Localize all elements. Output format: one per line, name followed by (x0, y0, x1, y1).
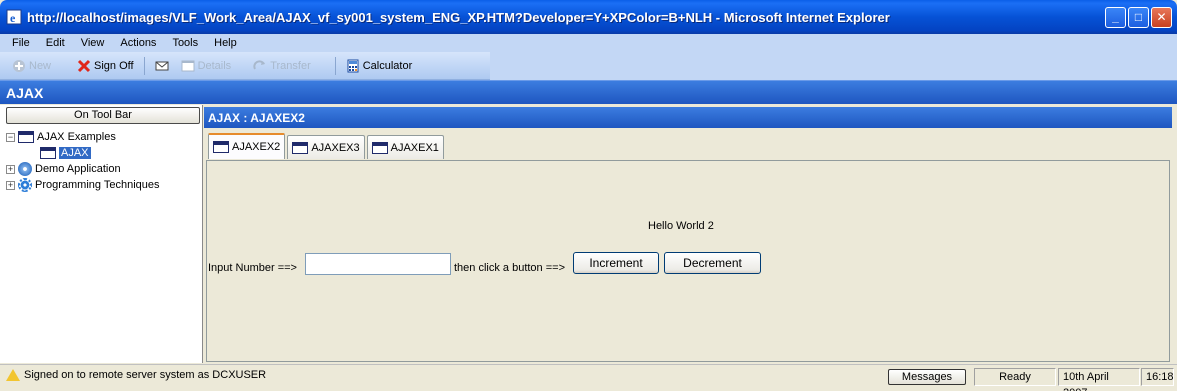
then-click-label: then click a button ==> (454, 262, 565, 274)
new-icon (13, 59, 25, 72)
tab-strip: AJAXEX2 AJAXEX3 AJAXEX1 (208, 133, 444, 159)
input-number-label: Input Number ==> (208, 262, 297, 274)
svg-text:e: e (10, 11, 16, 25)
on-tool-bar-button[interactable]: On Tool Bar (6, 107, 200, 124)
mail-button[interactable] (149, 55, 175, 77)
tab-label: AJAXEX2 (232, 141, 281, 153)
tree-label: Demo Application (35, 163, 121, 175)
details-button[interactable]: Details (175, 55, 238, 77)
app-title: AJAX (6, 84, 44, 101)
calculator-button[interactable]: Calculator (340, 55, 419, 77)
decrement-button[interactable]: Decrement (664, 252, 761, 274)
close-button[interactable]: ✕ (1151, 6, 1172, 28)
toolbar: New Sign Off Details Transfer Calculator (0, 52, 490, 80)
calculator-icon (347, 59, 359, 72)
window-icon (18, 131, 34, 143)
window-icon (40, 147, 56, 159)
sign-off-label: Sign Off (94, 59, 134, 72)
tree-label: Programming Techniques (35, 179, 160, 191)
messages-button[interactable]: Messages (888, 369, 966, 385)
status-bar: Signed on to remote server system as DCX… (0, 364, 1177, 391)
toolbar-filler (490, 52, 1177, 80)
tree-label: AJAX Examples (37, 131, 116, 143)
tab-ajaxex1[interactable]: AJAXEX1 (366, 135, 444, 159)
minimize-button[interactable]: _ (1105, 6, 1126, 28)
tree-node-ajax[interactable]: AJAX (6, 145, 160, 161)
sign-off-icon (77, 59, 91, 72)
tab-label: AJAXEX3 (311, 141, 360, 154)
menu-view[interactable]: View (73, 37, 113, 49)
window-icon (371, 141, 388, 154)
new-label: New (29, 59, 52, 72)
app-header: AJAX (0, 80, 1177, 104)
calculator-label: Calculator (362, 59, 413, 72)
menu-file[interactable]: File (4, 37, 38, 49)
toolbar-separator (143, 56, 145, 75)
menu-bar: File Edit View Actions Tools Help (0, 34, 1177, 52)
window-icon (292, 141, 309, 154)
main-header: AJAX : AJAXEX2 (204, 107, 1172, 128)
menu-help[interactable]: Help (206, 37, 245, 49)
status-date: 10th April 2007 (1058, 368, 1140, 391)
transfer-label: Transfer (270, 59, 311, 72)
warning-icon (6, 369, 20, 381)
cd-icon (18, 162, 32, 176)
menu-actions[interactable]: Actions (112, 37, 164, 49)
transfer-button[interactable]: Transfer (247, 55, 317, 77)
collapse-icon[interactable]: − (6, 132, 15, 142)
mail-icon (155, 61, 169, 70)
details-icon (181, 60, 195, 71)
tree-label-selected: AJAX (59, 147, 91, 159)
new-button[interactable]: New (6, 55, 57, 77)
expand-icon[interactable]: + (6, 164, 15, 174)
status-message-area: Signed on to remote server system as DCX… (6, 369, 266, 381)
window-icon (213, 141, 229, 153)
menu-edit[interactable]: Edit (38, 37, 73, 49)
tree-node-programming-techniques[interactable]: + Programming Techniques (6, 177, 160, 193)
tab-ajaxex2[interactable]: AJAXEX2 (208, 133, 286, 159)
toolbar-separator (334, 56, 336, 75)
tab-ajaxex3[interactable]: AJAXEX3 (287, 135, 365, 159)
status-message: Signed on to remote server system as DCX… (24, 369, 267, 381)
input-number-field[interactable] (305, 253, 451, 275)
details-label: Details (197, 59, 232, 72)
navigation-tree: − AJAX Examples AJAX + Demo Application … (6, 129, 160, 193)
maximize-button[interactable]: □ (1128, 6, 1149, 28)
tree-node-ajax-examples[interactable]: − AJAX Examples (6, 129, 160, 145)
transfer-icon (253, 59, 266, 69)
gear-icon (18, 178, 32, 192)
status-time: 16:18 (1141, 368, 1174, 386)
menu-tools[interactable]: Tools (164, 37, 206, 49)
increment-button[interactable]: Increment (573, 252, 659, 274)
main-header-title: AJAX : AJAXEX2 (208, 110, 305, 125)
expand-icon[interactable]: + (6, 180, 15, 190)
ie-icon: e (6, 9, 22, 25)
status-ready: Ready (974, 368, 1056, 386)
tree-node-demo-application[interactable]: + Demo Application (6, 161, 160, 177)
sign-off-button[interactable]: Sign Off (71, 55, 140, 77)
window-title: http://localhost/images/VLF_Work_Area/AJ… (27, 9, 890, 25)
tab-label: AJAXEX1 (390, 141, 439, 154)
navigation-panel: On Tool Bar − AJAX Examples AJAX + Demo … (0, 105, 203, 363)
hello-text: Hello World 2 (648, 220, 714, 232)
title-bar: e http://localhost/images/VLF_Work_Area/… (0, 0, 1177, 34)
